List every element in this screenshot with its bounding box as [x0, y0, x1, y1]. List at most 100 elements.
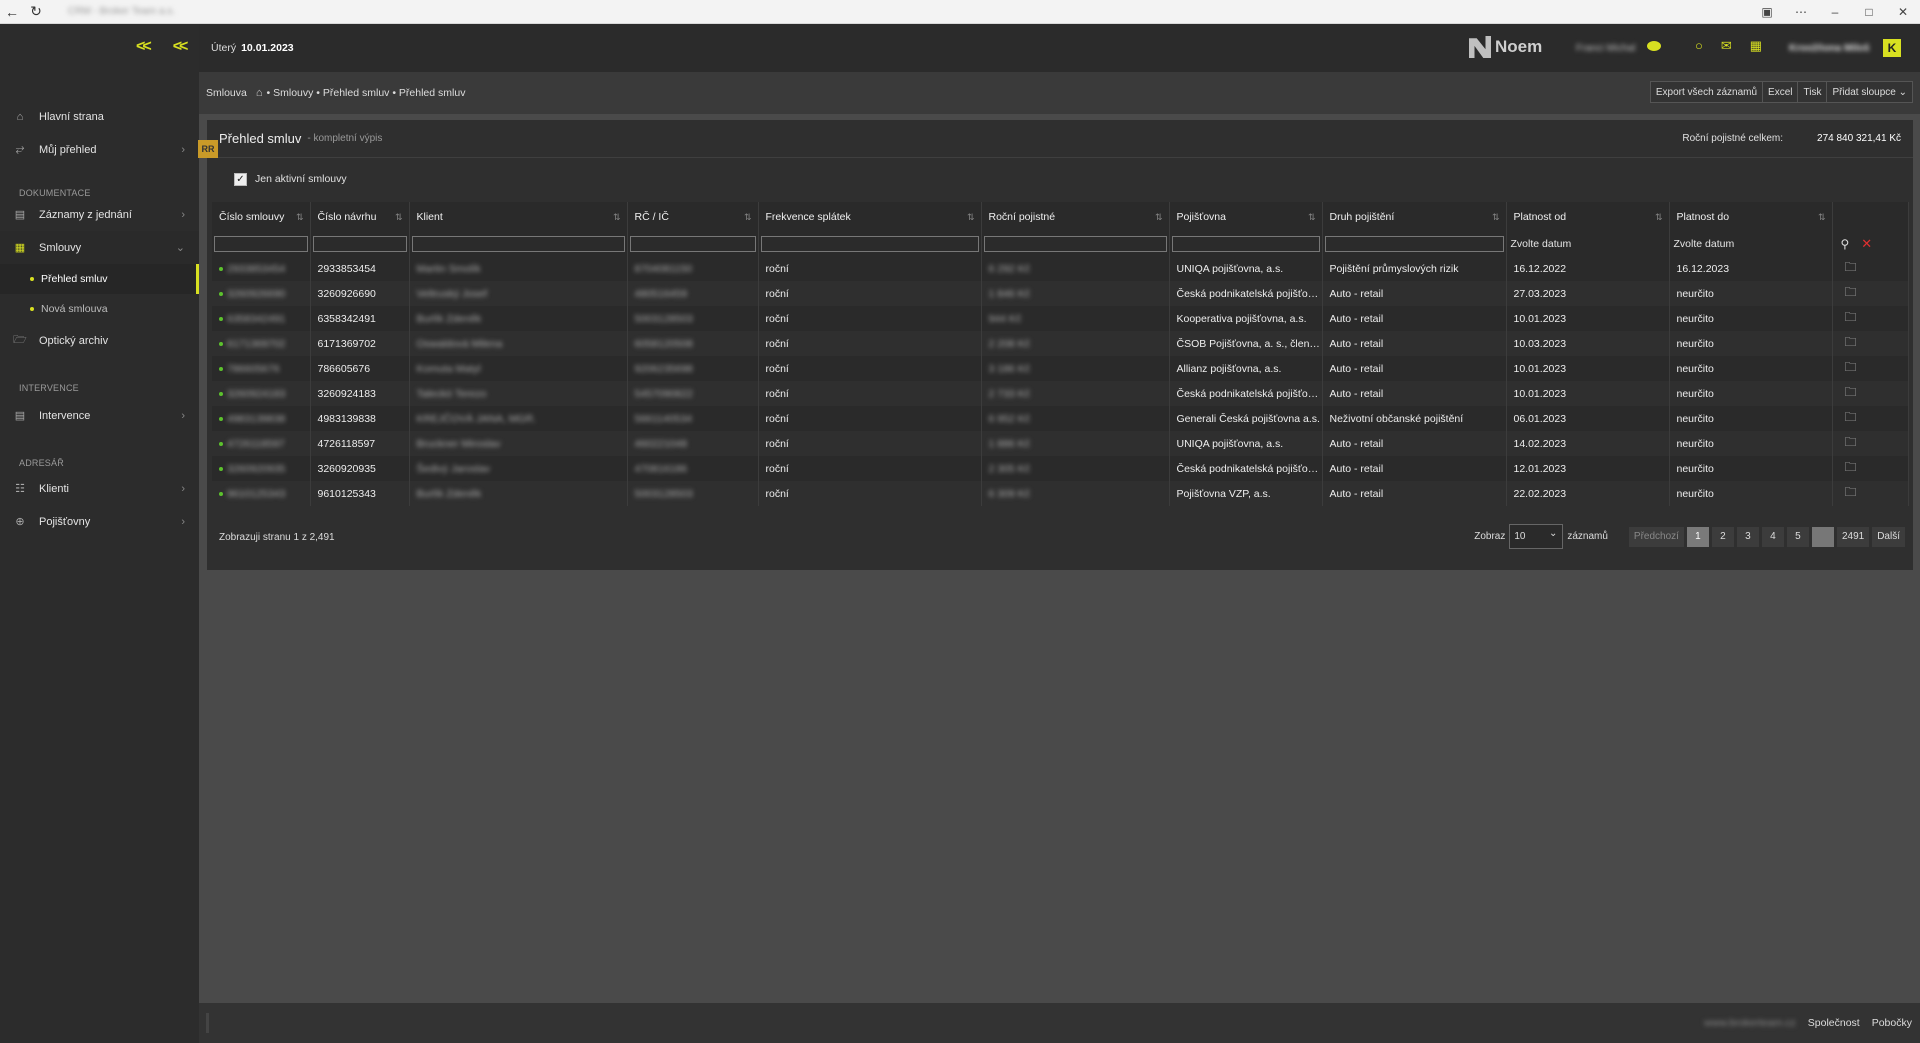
more-icon[interactable]: ⋯ — [1784, 0, 1818, 24]
next-page-button[interactable]: Další — [1872, 526, 1905, 547]
filter-contract-number[interactable] — [214, 236, 308, 252]
filter-rc-ic[interactable] — [629, 236, 756, 252]
open-folder-icon[interactable]: 🗀 — [1845, 460, 1857, 474]
prev-page-button[interactable]: Předchozí — [1628, 526, 1684, 547]
contract-number-cell: 3260924183 — [212, 381, 311, 406]
sidebar-item-insurers[interactable]: ⊕ Pojišťovny › — [0, 505, 199, 538]
open-folder-icon[interactable]: 🗀 — [1845, 385, 1857, 399]
table-row[interactable]: 6171369702 6171369702 Oswaldová Milena 6058… — [212, 331, 1909, 356]
breadcrumb: Smlouva ⌂ • Smlouvy • Přehled smluv • Př… — [199, 72, 1920, 114]
contract-number-cell: 3260920935 — [212, 456, 311, 481]
eye-icon[interactable] — [1647, 41, 1661, 51]
last-page-button[interactable]: 2491 — [1836, 526, 1870, 547]
contract-number-cell: 4726118597 — [212, 431, 311, 456]
sidebar-subitem-new-contract[interactable]: Nová smlouva — [0, 294, 199, 324]
minimize-icon[interactable]: – — [1818, 0, 1852, 24]
column-header[interactable]: RČ / IČ ⇅ — [627, 202, 759, 232]
table-row[interactable]: 9610125343 9610125343 Burlík Zdeněk 5003128… — [212, 481, 1909, 506]
table-row[interactable]: 2933853454 2933853454 Martin Smolík 8704081… — [212, 256, 1909, 281]
breadcrumb-path[interactable]: • Smlouvy • Přehled smluv • Přehled smlu… — [267, 87, 466, 99]
export-all-button[interactable]: Export všech záznamů — [1649, 81, 1764, 103]
avatar[interactable]: K — [1883, 39, 1901, 57]
open-folder-icon[interactable]: 🗀 — [1845, 310, 1857, 324]
excel-button[interactable]: Excel — [1762, 81, 1799, 103]
active-only-checkbox[interactable]: ✓ — [234, 172, 247, 186]
open-folder-icon[interactable]: 🗀 — [1845, 285, 1857, 299]
table-row[interactable]: 4726118597 4726118597 Bruckner Miroslav 460… — [212, 431, 1909, 456]
refresh-icon[interactable]: ↻ — [24, 0, 48, 24]
filter-frequency[interactable] — [760, 236, 979, 252]
table-row[interactable]: 4983139838 4983139838 KREJČOVÁ JANA, MGR. 5… — [212, 406, 1909, 431]
sort-icon: ⇅ — [1307, 212, 1316, 222]
column-header[interactable]: Klient ⇅ — [409, 202, 628, 232]
app-icon[interactable]: ▣ — [1750, 0, 1784, 24]
chevron-right-icon: › — [181, 143, 185, 156]
status-dot-icon — [219, 441, 223, 446]
sidebar-item-meeting-records[interactable]: ▤ Záznamy z jednání › — [0, 198, 199, 231]
column-header[interactable]: Číslo smlouvy ⇅ — [212, 202, 311, 232]
home-icon[interactable]: ⌂ — [256, 87, 263, 99]
collapse-all-icon[interactable]: << — [173, 38, 189, 56]
search-icon[interactable]: ⚲ — [1841, 237, 1850, 251]
open-folder-icon[interactable]: 🗀 — [1845, 410, 1857, 424]
sidebar-item-clients[interactable]: ☷ Klienti › — [0, 472, 199, 505]
company-link[interactable]: Společnost — [1808, 1017, 1860, 1029]
page-size-select[interactable]: 10 — [1509, 524, 1564, 549]
table-row[interactable]: 6358342491 6358342491 Burlík Zdeněk 5003128… — [212, 306, 1909, 331]
filter-insurance-type[interactable] — [1324, 236, 1504, 252]
noem-logo[interactable]: Noem — [1469, 36, 1542, 58]
back-icon[interactable]: ← — [0, 0, 24, 24]
add-columns-dropdown[interactable]: Přidat sloupce ⌄ — [1826, 81, 1913, 103]
sidebar-item-home[interactable]: ⌂ Hlavní strana — [0, 100, 199, 133]
table-row[interactable]: 3260920935 3260920935 Šedivý Jaroslav 47081… — [212, 456, 1909, 481]
panel-badge[interactable]: RR — [198, 140, 218, 158]
sidebar-item-intervention[interactable]: ▤ Intervence › — [0, 399, 199, 432]
filter-annual-premium[interactable] — [983, 236, 1167, 252]
branches-link[interactable]: Pobočky — [1872, 1017, 1912, 1029]
page-button[interactable]: 3 — [1736, 526, 1759, 547]
column-header[interactable]: Roční pojistné ⇅ — [981, 202, 1170, 232]
status-dot-icon — [219, 466, 223, 471]
search-icon[interactable]: ○ — [1695, 38, 1703, 54]
filter-client[interactable] — [411, 236, 625, 252]
open-folder-icon[interactable]: 🗀 — [1845, 335, 1857, 349]
filter-valid-to[interactable]: Zvolte datum — [1669, 232, 1833, 256]
table-row[interactable]: 3260924183 3260924183 Taleckö Terezo 545709… — [212, 381, 1909, 406]
sidebar-subitem-contract-overview[interactable]: Přehled smluv — [0, 264, 199, 294]
user-name: Franci Michal — [1576, 43, 1636, 54]
apps-grid-icon[interactable]: ▦ — [1750, 38, 1762, 54]
clear-filter-icon[interactable]: ✕ — [1861, 236, 1872, 252]
insurer-cell: Allianz pojišťovna, a.s. — [1169, 356, 1323, 381]
table-row[interactable]: 786605676 786605676 Komuta Matyl 9206235698… — [212, 356, 1909, 381]
filter-valid-from[interactable]: Zvolte datum — [1506, 232, 1670, 256]
filter-insurer[interactable] — [1171, 236, 1320, 252]
column-header[interactable]: Platnost do ⇅ — [1669, 202, 1833, 232]
filter-proposal-number[interactable] — [312, 236, 407, 252]
breadcrumb-root[interactable]: Smlouva — [206, 87, 247, 99]
sort-icon: ⇅ — [295, 212, 304, 222]
sidebar-item-my-overview[interactable]: ⥂ Můj přehled › — [0, 133, 199, 166]
page-button[interactable]: 4 — [1761, 526, 1784, 547]
column-header[interactable]: Platnost od ⇅ — [1506, 202, 1670, 232]
collapse-icon[interactable]: << — [136, 38, 152, 56]
open-folder-icon[interactable]: 🗀 — [1845, 360, 1857, 374]
open-folder-icon[interactable]: 🗀 — [1845, 435, 1857, 449]
sidebar-item-contracts[interactable]: ▦ Smlouvy ⌄ — [0, 231, 199, 264]
page-button[interactable]: 5 — [1786, 526, 1809, 547]
sidebar-item-optical-archive[interactable]: 🗁 Optický archiv — [0, 324, 199, 357]
open-folder-icon[interactable]: 🗀 — [1845, 260, 1857, 274]
maximize-icon[interactable]: □ — [1852, 0, 1886, 24]
chevron-right-icon: › — [181, 515, 185, 528]
column-header[interactable]: Frekvence splátek ⇅ — [758, 202, 982, 232]
page-button[interactable]: 2 — [1711, 526, 1734, 547]
table-row[interactable]: 3260926690 3260926690 Veltruský Josef 48051… — [212, 281, 1909, 306]
close-icon[interactable]: ✕ — [1886, 0, 1920, 24]
column-header[interactable]: Druh pojištění ⇅ — [1322, 202, 1507, 232]
website-link[interactable]: www.brokerteam.cz — [1704, 1017, 1796, 1029]
print-button[interactable]: Tisk — [1797, 81, 1828, 103]
open-folder-icon[interactable]: 🗀 — [1845, 485, 1857, 499]
page-button[interactable]: 1 — [1686, 526, 1709, 547]
mail-icon[interactable]: ✉ — [1721, 38, 1732, 54]
column-header[interactable]: Pojišťovna ⇅ — [1169, 202, 1323, 232]
column-header[interactable]: Číslo návrhu ⇅ — [310, 202, 410, 232]
